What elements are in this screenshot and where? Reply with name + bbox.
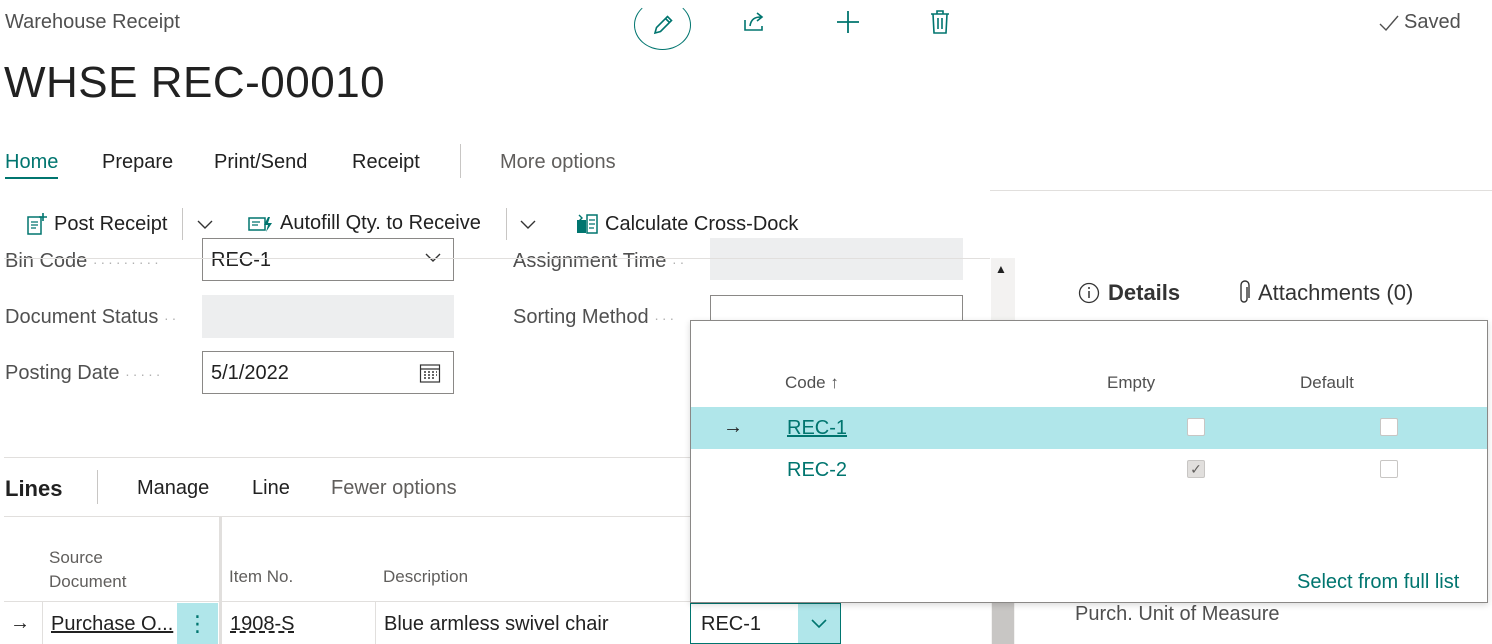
row-description: Blue armless swivel chair: [384, 613, 609, 635]
saved-status: Saved: [1378, 11, 1461, 34]
lines-manage-tab[interactable]: Manage: [137, 477, 209, 500]
chevron-down-icon: [811, 618, 827, 628]
document-status-field: [202, 295, 454, 338]
lookup-default-checkbox: [1380, 460, 1398, 478]
lookup-header-default[interactable]: Default: [1300, 373, 1354, 393]
post-receipt-button[interactable]: Post Receipt: [26, 212, 167, 236]
chevron-down-icon: [520, 220, 536, 229]
factbox-details-tab[interactable]: Details: [1078, 280, 1180, 306]
factbox-attachments-tab[interactable]: Attachments (0): [1236, 280, 1413, 306]
info-icon: [1078, 282, 1100, 304]
edit-button[interactable]: [634, 0, 691, 50]
edit-pencil-icon: [653, 15, 673, 35]
select-from-full-list-link[interactable]: Select from full list: [1297, 571, 1459, 594]
post-document-icon: [27, 213, 47, 235]
column-header-item-no[interactable]: Item No.: [229, 567, 293, 587]
tab-more-options[interactable]: More options: [500, 151, 616, 174]
post-receipt-dropdown[interactable]: [195, 214, 215, 239]
chevron-down-icon: [197, 220, 213, 229]
plus-icon: [837, 11, 859, 33]
trash-icon: [931, 10, 949, 34]
delete-button[interactable]: [928, 8, 952, 41]
tab-divider: [460, 144, 461, 178]
column-header-source-document[interactable]: Source Document: [49, 546, 159, 594]
autofill-dropdown[interactable]: [518, 214, 538, 239]
post-receipt-label: Post Receipt: [54, 212, 168, 235]
column-freeze-divider: [219, 517, 222, 644]
column-header-description[interactable]: Description: [383, 567, 468, 587]
lookup-default-checkbox: [1380, 418, 1398, 436]
lookup-empty-checkbox: [1187, 418, 1205, 436]
page-title: WHSE REC-00010: [4, 58, 386, 107]
assignment-time-label: Assignment Time ··: [513, 250, 688, 272]
purch-unit-of-measure-label: Purch. Unit of Measure: [1075, 603, 1280, 625]
divider: [4, 258, 990, 259]
row-bin-code-dropdown-button[interactable]: [798, 604, 840, 643]
row-item-no[interactable]: 1908-S: [230, 613, 295, 636]
paperclip-icon: [1240, 280, 1250, 303]
tab-prepare[interactable]: Prepare: [102, 151, 173, 174]
posting-date-label: Posting Date ·····: [5, 362, 164, 384]
lookup-row-code[interactable]: REC-2: [787, 459, 847, 482]
scroll-up-arrow-icon[interactable]: ▲: [995, 262, 1007, 276]
new-button[interactable]: [834, 8, 862, 41]
lookup-empty-checkbox-checked: ✓: [1187, 460, 1205, 478]
share-button[interactable]: [740, 8, 768, 41]
more-vertical-icon: ⋮: [186, 610, 209, 636]
autofill-qty-button[interactable]: Autofill Qty. to Receive: [248, 212, 481, 235]
autofill-icon: [248, 216, 272, 232]
calendar-icon[interactable]: [419, 362, 441, 384]
lines-title: Lines: [5, 476, 63, 501]
bin-code-field[interactable]: REC-1: [202, 238, 454, 281]
tab-home[interactable]: Home: [5, 151, 59, 179]
assignment-time-field: [710, 238, 963, 280]
sort-ascending-icon: ↑: [830, 373, 839, 392]
cross-dock-label: Calculate Cross-Dock: [605, 212, 799, 235]
bin-code-label: Bin Code ·········: [5, 250, 162, 272]
lines-line-tab[interactable]: Line: [252, 477, 290, 500]
lookup-row-code[interactable]: REC-1: [787, 417, 847, 440]
cross-dock-icon: [577, 214, 598, 234]
lookup-header-code[interactable]: Code ↑: [785, 373, 839, 393]
page-caption: Warehouse Receipt: [5, 11, 180, 33]
bin-code-lookup-dropdown: Code ↑ Empty Default → REC-1 REC-2 ✓ Sel…: [690, 320, 1488, 603]
calculate-cross-dock-button[interactable]: Calculate Cross-Dock: [575, 212, 798, 236]
share-icon: [744, 12, 764, 31]
saved-label: Saved: [1404, 11, 1461, 33]
row-menu-button[interactable]: ⋮: [177, 603, 218, 644]
selected-row-arrow-icon: →: [723, 416, 743, 438]
checkmark-icon: [1379, 15, 1399, 31]
current-row-arrow-icon: →: [10, 612, 30, 634]
sorting-method-label: Sorting Method ···: [513, 306, 678, 328]
tab-receipt[interactable]: Receipt: [352, 151, 420, 174]
autofill-label: Autofill Qty. to Receive: [280, 212, 481, 234]
posting-date-field[interactable]: 5/1/2022: [202, 351, 454, 394]
lines-fewer-options[interactable]: Fewer options: [331, 477, 457, 500]
row-source-document[interactable]: Purchase O...: [51, 613, 173, 636]
document-status-label: Document Status ··: [5, 306, 180, 328]
lookup-header-empty[interactable]: Empty: [1107, 373, 1155, 393]
scrollbar-thumb[interactable]: [992, 600, 1014, 644]
tab-print-send[interactable]: Print/Send: [214, 151, 307, 174]
